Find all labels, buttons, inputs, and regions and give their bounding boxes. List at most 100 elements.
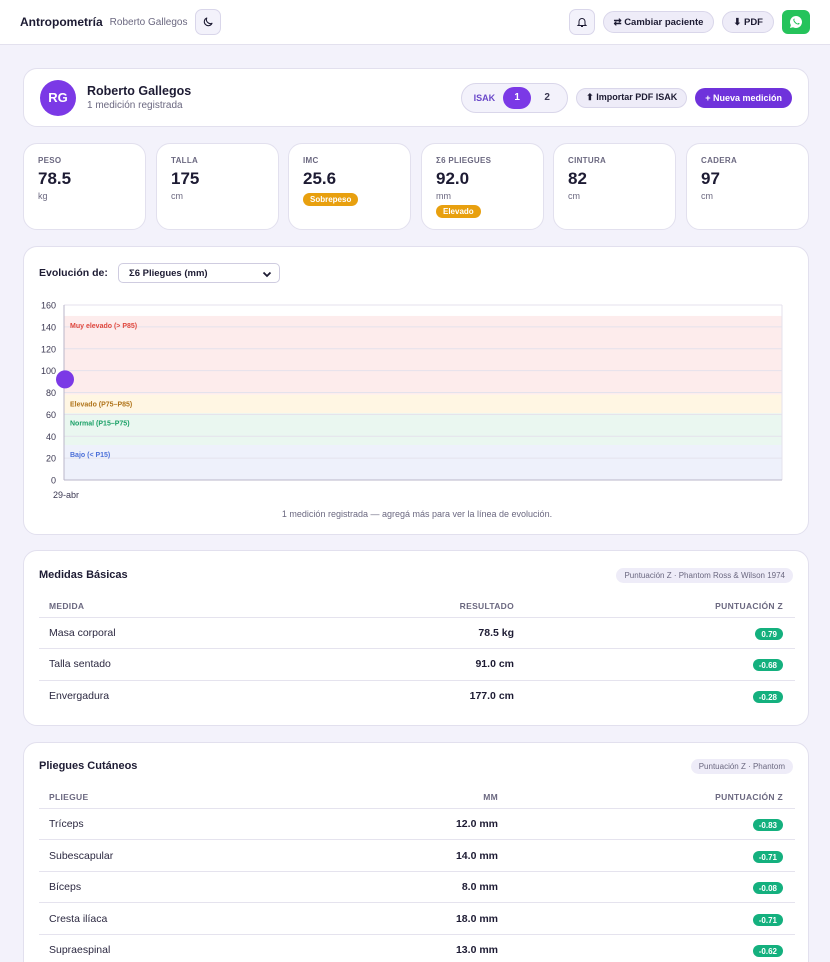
zscore-badge: -0.28 — [752, 691, 783, 703]
y-tick-label: 60 — [46, 410, 56, 420]
whatsapp-icon — [790, 16, 802, 28]
app-title: Antropometría — [20, 15, 103, 29]
band-label: Bajo (< P15) — [70, 452, 110, 459]
table-row-value: 91.0 cm — [475, 658, 514, 670]
theme-toggle-button[interactable] — [194, 9, 221, 35]
table-row-value: 13.0 mm — [455, 944, 498, 956]
y-tick-label: 80 — [46, 388, 56, 398]
import-pdf-isak-button[interactable]: ⬆ Importar PDF ISAK — [576, 87, 688, 108]
zscore-badge: -0.62 — [752, 945, 783, 957]
table-row-name: Subescapular — [49, 850, 114, 862]
y-tick-label: 140 — [41, 322, 56, 332]
stat-value: 25.6 — [303, 169, 337, 188]
notifications-button[interactable] — [568, 9, 595, 35]
y-tick-label: 40 — [46, 432, 56, 442]
column-header: RESULTADO — [459, 601, 514, 611]
stat-card-weight: PESO 78.5 kg — [23, 143, 146, 230]
stat-label: PESO — [38, 156, 62, 165]
table-row-name: Masa corporal — [49, 627, 116, 639]
stat-card-hip: CADERA 97 cm — [686, 143, 809, 230]
table-row-value: 177.0 cm — [469, 690, 514, 702]
stat-card-waist: CINTURA 82 cm — [553, 143, 676, 230]
chart-band — [64, 394, 782, 414]
column-header: PLIEGUE — [49, 792, 89, 802]
stat-value: 97 — [701, 169, 720, 188]
divider — [39, 680, 795, 681]
isak-level-toggle: ISAK 1 2 — [460, 82, 569, 113]
divider — [39, 902, 795, 903]
status-badge: Sobrepeso — [303, 193, 359, 206]
stat-unit: mm — [436, 191, 451, 201]
table-row-value: 8.0 mm — [461, 881, 498, 893]
basic-measures-card: Medidas Básicas Puntuación Z · Phantom R… — [23, 550, 809, 726]
zscore-badge: 0.79 — [755, 628, 783, 640]
stat-value: 82 — [568, 169, 587, 188]
table-row-name: Bíceps — [49, 881, 82, 893]
stat-card-height: TALLA 175 cm — [156, 143, 279, 230]
section-title: Pliegues Cutáneos — [39, 760, 138, 772]
table-row-value: 78.5 kg — [478, 627, 514, 639]
y-tick-label: 0 — [51, 476, 56, 486]
y-tick-label: 160 — [41, 301, 56, 311]
band-label: Normal (P15–P75) — [70, 420, 130, 427]
header-patient-name: Roberto Gallegos — [109, 16, 188, 28]
moon-icon — [203, 17, 213, 27]
chart-band — [64, 413, 782, 445]
zscore-reference-chip: Puntuación Z · Phantom — [690, 759, 793, 774]
divider — [39, 808, 795, 809]
change-patient-button[interactable]: ⇄ Cambiar paciente — [602, 11, 715, 33]
table-row-name: Supraespinal — [49, 944, 111, 956]
measurement-count: 1 medición registrada — [87, 100, 183, 111]
zscore-badge: -0.71 — [752, 851, 783, 863]
table-row-name: Cresta ilíaca — [49, 913, 108, 925]
divider — [39, 839, 795, 840]
patient-card: RG Roberto Gallegos 1 medición registrad… — [23, 68, 809, 127]
table-row-value: 12.0 mm — [455, 818, 498, 830]
y-tick-label: 120 — [41, 344, 56, 354]
whatsapp-button[interactable] — [782, 10, 810, 34]
y-tick-label: 100 — [41, 366, 56, 376]
stat-card-bmi: IMC 25.6 Sobrepeso — [288, 143, 411, 230]
stat-value: 78.5 — [38, 169, 72, 188]
stat-label: CADERA — [701, 156, 738, 165]
status-badge: Elevado — [436, 205, 481, 218]
table-row-name: Envergadura — [49, 690, 110, 702]
stat-card-skinfolds: Σ6 PLIEGUES 92.0 mm Elevado — [421, 143, 544, 230]
avatar: RG — [40, 79, 76, 116]
new-measurement-button[interactable]: + Nueva medición — [695, 87, 792, 108]
zscore-badge: -0.83 — [752, 819, 783, 831]
isak-option-2[interactable]: 2 — [533, 87, 561, 109]
pdf-button[interactable]: ⬇ PDF — [722, 11, 774, 33]
column-header: MEDIDA — [49, 601, 85, 611]
section-title: Medidas Básicas — [39, 569, 128, 581]
chart-band — [64, 315, 782, 395]
stat-value: 92.0 — [436, 169, 470, 188]
table-row-value: 18.0 mm — [455, 913, 498, 925]
divider — [39, 617, 795, 618]
y-tick-label: 20 — [46, 454, 56, 464]
stat-unit: cm — [701, 191, 713, 201]
stat-unit: kg — [38, 191, 48, 201]
divider — [39, 648, 795, 649]
band-label: Muy elevado (> P85) — [70, 323, 137, 330]
divider — [39, 934, 795, 935]
chart-band — [64, 445, 782, 480]
stat-unit: cm — [171, 191, 183, 201]
x-tick-label: 29-abr — [53, 490, 79, 500]
table-row-name: Talla sentado — [49, 658, 111, 670]
table-row-value: 14.0 mm — [455, 850, 498, 862]
isak-label: ISAK — [473, 92, 496, 103]
bell-icon — [576, 18, 587, 27]
data-point — [56, 370, 74, 389]
isak-option-1[interactable]: 1 — [503, 86, 532, 109]
zscore-badge: -0.08 — [752, 882, 783, 894]
column-header: PUNTUACIÓN Z — [715, 601, 783, 611]
stat-label: Σ6 PLIEGUES — [436, 156, 492, 165]
table-row-name: Tríceps — [49, 818, 84, 830]
chart-note: 1 medición registrada — agregá más para … — [281, 509, 553, 519]
stat-label: TALLA — [171, 156, 199, 165]
stat-label: IMC — [303, 156, 319, 165]
evolution-chart: 0 20 40 60 80 100 120 140 160 Muy elevado (> P85)… — [41, 301, 783, 500]
top-bar: Antropometría Roberto Gallegos ⇄ Cambiar… — [0, 0, 830, 45]
stat-label: CINTURA — [568, 156, 607, 165]
